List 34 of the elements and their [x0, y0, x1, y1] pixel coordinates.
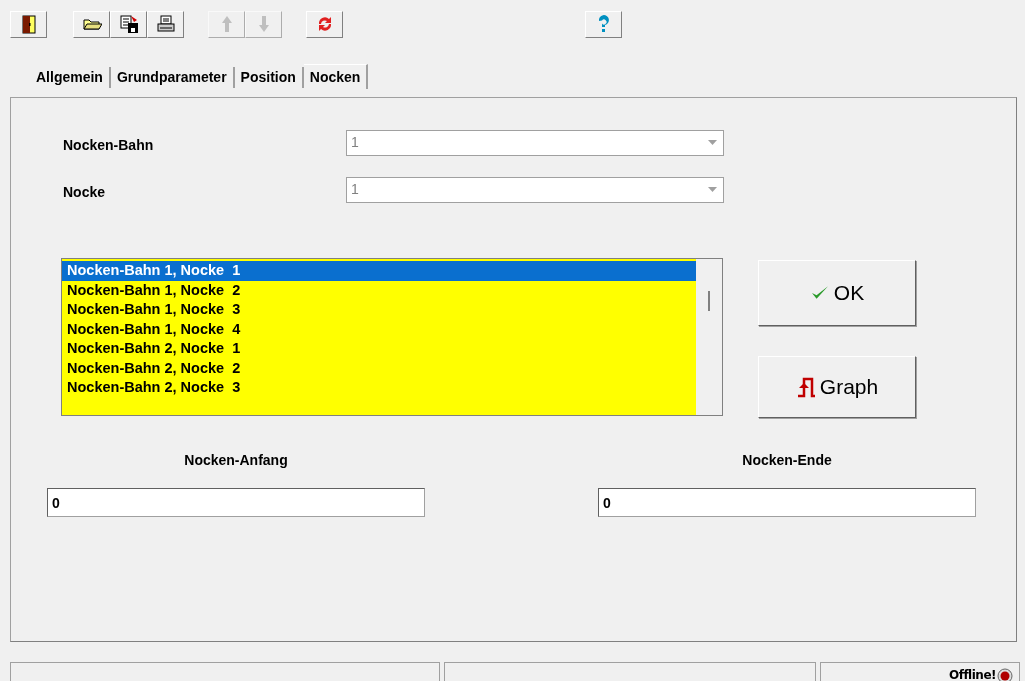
status-led-icon: [997, 668, 1013, 681]
exit-button[interactable]: [10, 10, 47, 38]
status-text: Offline!: [948, 668, 996, 681]
open-button[interactable]: [73, 10, 110, 38]
tab[interactable]: Allgemein: [30, 67, 111, 88]
list-box[interactable]: Nocken-Bahn 1, Nocke 1 Nocken-Bahn 1, Nocke 2 Nocken-Bahn 1, Nocke 3 Nocken-Bahn 1, Nocke 4 Nocken-Bahn 2, Nocke 1 Nocken-Bahn 2, Nocke 2 Nocken-Bahn 2, Nocke 3: [61, 258, 723, 416]
help-button[interactable]: [585, 10, 622, 38]
printer-icon: [155, 14, 176, 34]
scrollbar[interactable]: [696, 259, 722, 415]
check-icon: [809, 285, 830, 301]
tab[interactable]: Nocken: [303, 64, 369, 89]
list-item[interactable]: Nocken-Bahn 1, Nocke 1: [62, 261, 696, 281]
list-item[interactable]: Nocken-Bahn 2, Nocke 2: [62, 358, 696, 378]
save-icon: [118, 14, 139, 34]
print-button[interactable]: [147, 10, 184, 38]
field-label: Nocke: [63, 183, 107, 202]
field-label: Nocken-Bahn: [63, 136, 155, 155]
step-signal-icon: [795, 376, 816, 398]
save-button[interactable]: [110, 10, 147, 38]
list-item[interactable]: Nocken-Bahn 1, Nocke 2: [62, 280, 696, 300]
tab[interactable]: Grundparameter: [110, 67, 235, 88]
refresh-button[interactable]: [306, 10, 343, 38]
list-item[interactable]: Nocken-Bahn 1, Nocke 4: [62, 319, 696, 339]
dropdown-arrow-icon: [708, 187, 717, 192]
list-item[interactable]: Nocken-Bahn 2, Nocke 1: [62, 339, 696, 359]
ok-button[interactable]: OK: [758, 260, 916, 326]
field-label: Nocken-Ende: [742, 451, 832, 470]
list-item[interactable]: Nocken-Bahn 1, Nocke 3: [62, 300, 696, 320]
input-field[interactable]: 0: [598, 488, 976, 517]
list-item[interactable]: Nocken-Bahn 2, Nocke 3: [62, 378, 696, 398]
graph-button[interactable]: Graph: [758, 356, 916, 418]
field-label: Nocken-Anfang: [184, 451, 288, 470]
input-field[interactable]: 0: [47, 488, 425, 517]
dropdown-arrow-icon: [708, 140, 717, 145]
